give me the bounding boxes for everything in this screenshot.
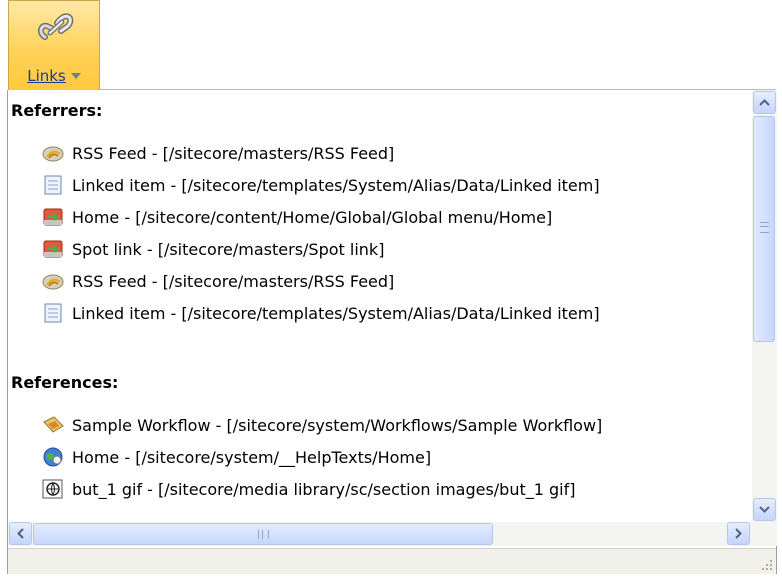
grip-icon [258,530,269,539]
list-item-text: RSS Feed - [/sitecore/masters/RSS Feed] [72,271,395,291]
scroll-down-button[interactable] [753,498,776,521]
list-item[interactable]: Home - [/sitecore/system/__HelpTexts/Hom… [42,442,431,472]
rss-feed-icon [42,274,64,290]
chevron-right-icon [735,528,742,539]
list-item-text: Home - [/sitecore/content/Home/Global/Gl… [72,207,553,227]
chevron-down-icon [70,73,81,79]
list-item[interactable]: RSS Feed - [/sitecore/masters/RSS Feed] [42,266,394,296]
list-item[interactable]: but_1 gif - [/sitecore/media library/sc/… [42,474,576,504]
vertical-scrollbar[interactable] [752,90,777,522]
workflow-icon [43,416,64,433]
status-bar [8,548,776,574]
links-button-label: Links [9,67,99,85]
list-item-text: Linked item - [/sitecore/templates/Syste… [72,303,600,323]
grip-icon [760,222,769,233]
list-item-text: Home - [/sitecore/system/__HelpTexts/Hom… [72,447,432,467]
chevron-down-icon [759,506,770,513]
spot-link-icon [43,240,63,258]
list-item[interactable]: RSS Feed - [/sitecore/masters/RSS Feed] [42,138,394,168]
scroll-right-button[interactable] [727,522,750,545]
referrers-heading: Referrers: [11,101,103,120]
list-item-text: Spot link - [/sitecore/masters/Spot link… [72,239,385,259]
list-item[interactable]: Sample Workflow - [/sitecore/system/Work… [42,410,602,440]
chevron-left-icon [17,528,24,539]
vertical-scroll-thumb[interactable] [753,116,775,342]
scroll-left-button[interactable] [9,522,32,545]
references-heading: References: [11,373,119,392]
horizontal-scroll-thumb[interactable] [33,523,493,545]
document-icon [44,175,62,195]
resize-grip-icon[interactable] [761,559,773,571]
document-icon [44,303,62,323]
list-item-text: Sample Workflow - [/sitecore/system/Work… [72,415,603,435]
list-item[interactable]: Linked item - [/sitecore/templates/Syste… [42,170,600,200]
scroll-corner [752,522,777,546]
list-item-text: but_1 gif - [/sitecore/media library/sc/… [72,479,576,499]
links-label-text: Links [27,67,66,85]
list-item-text: RSS Feed - [/sitecore/masters/RSS Feed] [72,143,395,163]
home-link-icon [43,208,63,226]
links-dropdown-panel: Referrers: RSS Feed - [/sitecore/masters… [7,90,777,574]
links-list: Referrers: RSS Feed - [/sitecore/masters… [8,90,752,522]
list-item-text: Linked item - [/sitecore/templates/Syste… [72,175,600,195]
links-button[interactable]: Links [8,0,100,90]
help-globe-icon [43,447,63,467]
list-item[interactable]: Home - [/sitecore/content/Home/Global/Gl… [42,202,552,232]
list-item[interactable]: Spot link - [/sitecore/masters/Spot link… [42,234,384,264]
rss-feed-icon [42,146,64,162]
media-image-icon [42,479,63,499]
scroll-up-button[interactable] [753,91,776,114]
horizontal-scrollbar[interactable] [8,522,752,546]
chain-link-icon [37,13,74,40]
list-item[interactable]: Linked item - [/sitecore/templates/Syste… [42,298,600,328]
chevron-up-icon [759,99,770,106]
